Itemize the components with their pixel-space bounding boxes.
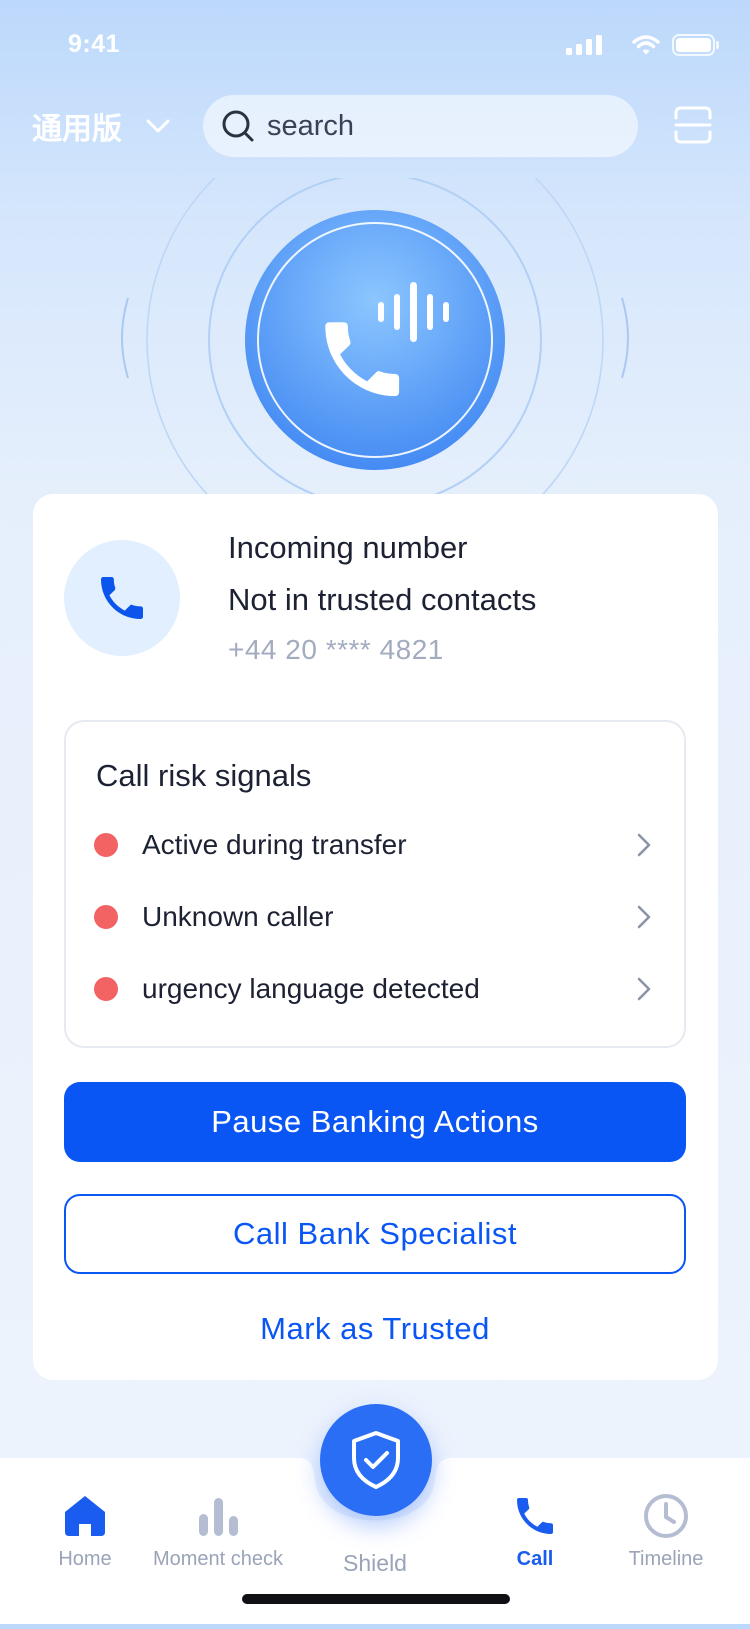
- risk-signals-title: Call risk signals: [96, 758, 312, 793]
- wifi-icon: [632, 34, 660, 61]
- clock-icon: [642, 1492, 690, 1540]
- risk-item-label: urgency language detected: [142, 973, 480, 1004]
- tab-label: Moment check: [152, 1548, 284, 1570]
- shield-check-icon: [350, 1430, 402, 1490]
- risk-item-label: Active during transfer: [142, 829, 407, 860]
- risk-dot: [94, 977, 118, 1001]
- caller-number: +44 20 **** 4821: [228, 634, 444, 665]
- home-indicator: [242, 1594, 510, 1604]
- risk-item[interactable]: urgency language detected: [94, 969, 654, 1009]
- tab-label: Shield: [343, 1550, 407, 1576]
- tab-home[interactable]: Home: [10, 1492, 160, 1571]
- bar-chart-icon: [194, 1492, 242, 1540]
- risk-item[interactable]: Unknown caller: [94, 897, 654, 937]
- search-input[interactable]: search: [203, 95, 638, 157]
- phone-icon: [511, 1492, 559, 1540]
- caller-status-line1: Incoming number: [228, 530, 468, 565]
- caller-status-line2: Not in trusted contacts: [228, 582, 537, 617]
- mark-as-trusted-link[interactable]: Mark as Trusted: [64, 1304, 686, 1354]
- risk-item[interactable]: Active during transfer: [94, 825, 654, 865]
- phone-icon: [94, 570, 150, 626]
- status-time: 9:41: [68, 30, 121, 58]
- signal-icon: [566, 35, 602, 60]
- call-illustration: [110, 111, 640, 569]
- search-placeholder: search: [267, 109, 355, 142]
- battery-icon: [672, 34, 720, 61]
- shield-button[interactable]: [320, 1404, 432, 1516]
- call-bank-specialist-button[interactable]: Call Bank Specialist: [64, 1194, 686, 1274]
- risk-dot: [94, 833, 118, 857]
- chevron-right-icon: [634, 903, 654, 931]
- risk-item-label: Unknown caller: [142, 901, 334, 932]
- home-icon: [61, 1492, 109, 1540]
- chevron-down-icon: [146, 118, 170, 134]
- tab-label: Timeline: [628, 1548, 704, 1570]
- edition-selector[interactable]: 通用版: [32, 104, 170, 148]
- tab-call[interactable]: Call: [460, 1492, 610, 1571]
- chevron-right-icon: [634, 975, 654, 1003]
- tab-moment-check[interactable]: Moment check: [143, 1492, 293, 1571]
- tab-timeline[interactable]: Timeline: [591, 1492, 741, 1571]
- caller-avatar: [64, 540, 180, 656]
- scan-icon[interactable]: [674, 106, 712, 149]
- chevron-right-icon: [634, 831, 654, 859]
- pause-banking-button[interactable]: Pause Banking Actions: [64, 1082, 686, 1162]
- tab-label: Call: [516, 1548, 554, 1570]
- risk-dot: [94, 905, 118, 929]
- search-icon: [221, 109, 255, 143]
- tab-label: Home: [58, 1548, 112, 1570]
- edition-label: 通用版: [32, 113, 122, 146]
